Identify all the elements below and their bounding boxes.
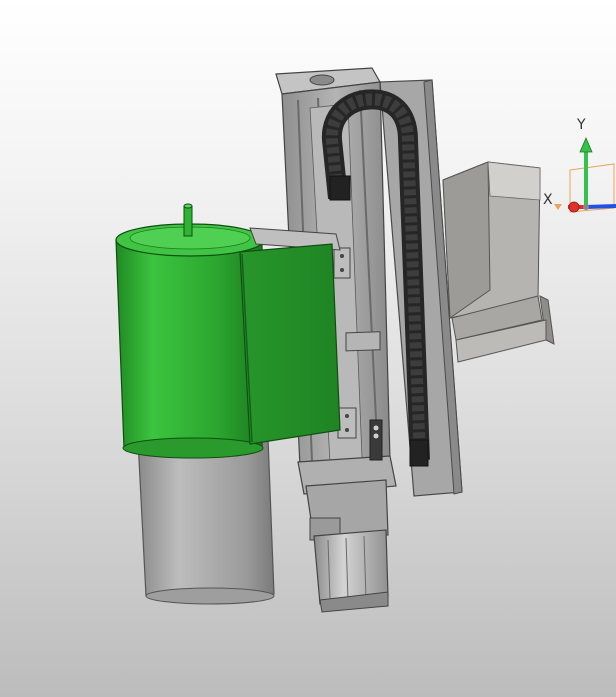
green-mount-plate[interactable] xyxy=(239,227,341,445)
green-tank[interactable] xyxy=(115,203,265,459)
y-axis-label: Y xyxy=(577,117,586,133)
z-axis-arrow xyxy=(585,204,616,209)
lower-cylinder[interactable] xyxy=(137,437,275,605)
assembly-model[interactable] xyxy=(0,0,616,697)
drive-motor[interactable] xyxy=(305,479,389,613)
cad-3d-viewport[interactable]: Y X xyxy=(0,0,616,697)
x-axis-label: X xyxy=(543,192,553,208)
